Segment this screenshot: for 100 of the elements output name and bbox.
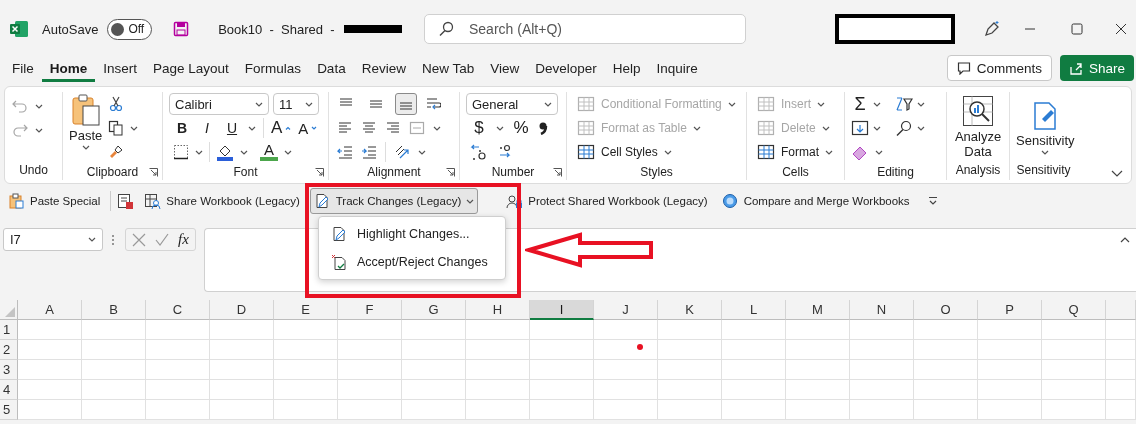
ribbon-tab[interactable]: View xyxy=(482,54,528,82)
cancel-icon[interactable] xyxy=(132,232,146,247)
search-field[interactable]: Search (Alt+Q) xyxy=(424,14,746,44)
ribbon-tab[interactable]: New Tab xyxy=(413,54,483,82)
underline-button[interactable]: U xyxy=(223,120,241,136)
sensitivity-button[interactable]: Sensitivity xyxy=(1016,97,1075,155)
maximize-icon[interactable] xyxy=(1071,23,1083,35)
row-header[interactable]: 2 xyxy=(0,340,18,360)
caret-icon[interactable] xyxy=(873,101,881,107)
caret-icon[interactable] xyxy=(35,127,43,133)
increase-decimal-icon[interactable] xyxy=(470,143,488,161)
column-header[interactable]: Q xyxy=(1042,300,1106,320)
caret-icon[interactable] xyxy=(917,125,925,131)
column-header[interactable]: B xyxy=(82,300,146,320)
eraser-icon[interactable] xyxy=(851,144,869,160)
caret-icon[interactable] xyxy=(727,101,736,107)
ribbon-tab[interactable]: Inquire xyxy=(648,54,706,82)
toolbar-button[interactable]: Compare and Merge Workbooks xyxy=(717,188,914,214)
column-header[interactable]: I xyxy=(530,300,594,320)
share-button[interactable]: Share xyxy=(1059,55,1134,81)
fill-down-icon[interactable] xyxy=(851,120,869,136)
orientation-icon[interactable] xyxy=(394,144,410,160)
dialog-launcher-icon[interactable] xyxy=(446,167,455,177)
column-header[interactable]: J xyxy=(594,300,658,320)
sort-filter-icon[interactable] xyxy=(895,96,913,112)
column-header[interactable]: C xyxy=(146,300,210,320)
name-box[interactable]: I7 xyxy=(3,228,103,251)
comma-style-icon[interactable] xyxy=(538,121,548,135)
format-button[interactable]: Format xyxy=(757,144,819,160)
column-header[interactable]: O xyxy=(914,300,978,320)
analyze-data-button[interactable]: Analyze Data xyxy=(953,93,1003,159)
caret-icon[interactable] xyxy=(130,125,139,131)
caret-icon[interactable] xyxy=(692,125,701,131)
decrease-indent-icon[interactable] xyxy=(337,144,353,160)
caret-icon[interactable] xyxy=(88,237,96,242)
align-right-icon[interactable] xyxy=(385,120,401,136)
column-header[interactable]: K xyxy=(658,300,722,320)
column-header[interactable]: L xyxy=(722,300,786,320)
column-header[interactable]: M xyxy=(786,300,850,320)
caret-icon[interactable] xyxy=(433,125,441,131)
bold-button[interactable]: B xyxy=(173,120,191,136)
customize-toolbar-icon[interactable] xyxy=(927,196,938,206)
insert-function-button[interactable]: fx xyxy=(178,231,189,248)
fill-color-icon[interactable] xyxy=(216,143,234,161)
autosave-toggle[interactable]: Off xyxy=(107,18,153,40)
ribbon-tab[interactable]: Data xyxy=(309,54,354,82)
dropdown-button[interactable]: Track Changes (Legacy) xyxy=(309,188,479,214)
caret-icon[interactable] xyxy=(663,149,672,155)
document-alert-icon[interactable] xyxy=(117,192,135,210)
autosum-button[interactable]: Σ xyxy=(851,93,869,115)
wrap-text-icon[interactable] xyxy=(425,96,441,112)
font-color-button[interactable]: A xyxy=(260,143,278,161)
caret-icon[interactable] xyxy=(284,149,292,155)
borders-icon[interactable] xyxy=(173,144,189,160)
caret-icon[interactable] xyxy=(825,149,833,155)
align-bottom-icon[interactable] xyxy=(395,93,417,115)
expand-icon[interactable] xyxy=(1120,237,1130,243)
font-name-field[interactable]: Calibri xyxy=(169,93,269,115)
dialog-launcher-icon[interactable] xyxy=(553,167,562,177)
column-header[interactable]: G xyxy=(402,300,466,320)
toolbar-button[interactable]: Share Workbook (Legacy) xyxy=(140,188,304,214)
cell-styles-button[interactable]: Cell Styles xyxy=(577,144,658,160)
brush-icon[interactable] xyxy=(108,144,125,160)
caret-icon[interactable] xyxy=(817,101,825,107)
caret-icon[interactable] xyxy=(35,103,43,109)
toolbar-button[interactable]: Paste Special xyxy=(4,188,105,214)
comments-button[interactable]: Comments xyxy=(946,55,1052,81)
caret-icon[interactable] xyxy=(821,125,830,131)
column-header[interactable]: N xyxy=(850,300,914,320)
copy-icon[interactable] xyxy=(108,120,125,136)
ribbon-tab[interactable]: Developer xyxy=(527,54,605,82)
caret-icon[interactable] xyxy=(418,149,426,155)
ribbon-tab[interactable]: Page Layout xyxy=(145,54,237,82)
caret-icon[interactable] xyxy=(195,149,203,155)
row-header[interactable]: 4 xyxy=(0,380,18,400)
ribbon-tab[interactable]: Formulas xyxy=(236,54,310,82)
menu-item[interactable]: Highlight Changes... xyxy=(319,220,505,248)
increase-indent-icon[interactable] xyxy=(361,144,377,160)
caret-icon[interactable] xyxy=(873,125,881,131)
save-icon[interactable] xyxy=(173,21,190,37)
column-header[interactable]: D xyxy=(210,300,274,320)
column-header[interactable]: A xyxy=(18,300,82,320)
more-icon[interactable] xyxy=(111,234,115,246)
caret-icon[interactable] xyxy=(875,149,883,155)
collapse-ribbon-icon[interactable] xyxy=(1111,170,1123,177)
pen-sparkle-icon[interactable] xyxy=(983,20,1001,38)
column-header[interactable]: E xyxy=(274,300,338,320)
align-center-icon[interactable] xyxy=(361,120,377,136)
row-header[interactable]: 1 xyxy=(0,320,18,340)
caret-icon[interactable] xyxy=(248,125,256,131)
ribbon-tab[interactable]: Home xyxy=(41,54,96,82)
scissors-icon[interactable] xyxy=(108,96,125,112)
ribbon-tab[interactable]: File xyxy=(4,54,42,82)
search-icon[interactable] xyxy=(895,120,913,136)
align-left-icon[interactable] xyxy=(337,120,353,136)
currency-button[interactable]: $ xyxy=(470,118,488,138)
caret-icon[interactable] xyxy=(917,101,925,107)
column-header[interactable]: F xyxy=(338,300,402,320)
caret-icon[interactable] xyxy=(496,125,504,131)
number-format-field[interactable]: General xyxy=(466,93,558,115)
